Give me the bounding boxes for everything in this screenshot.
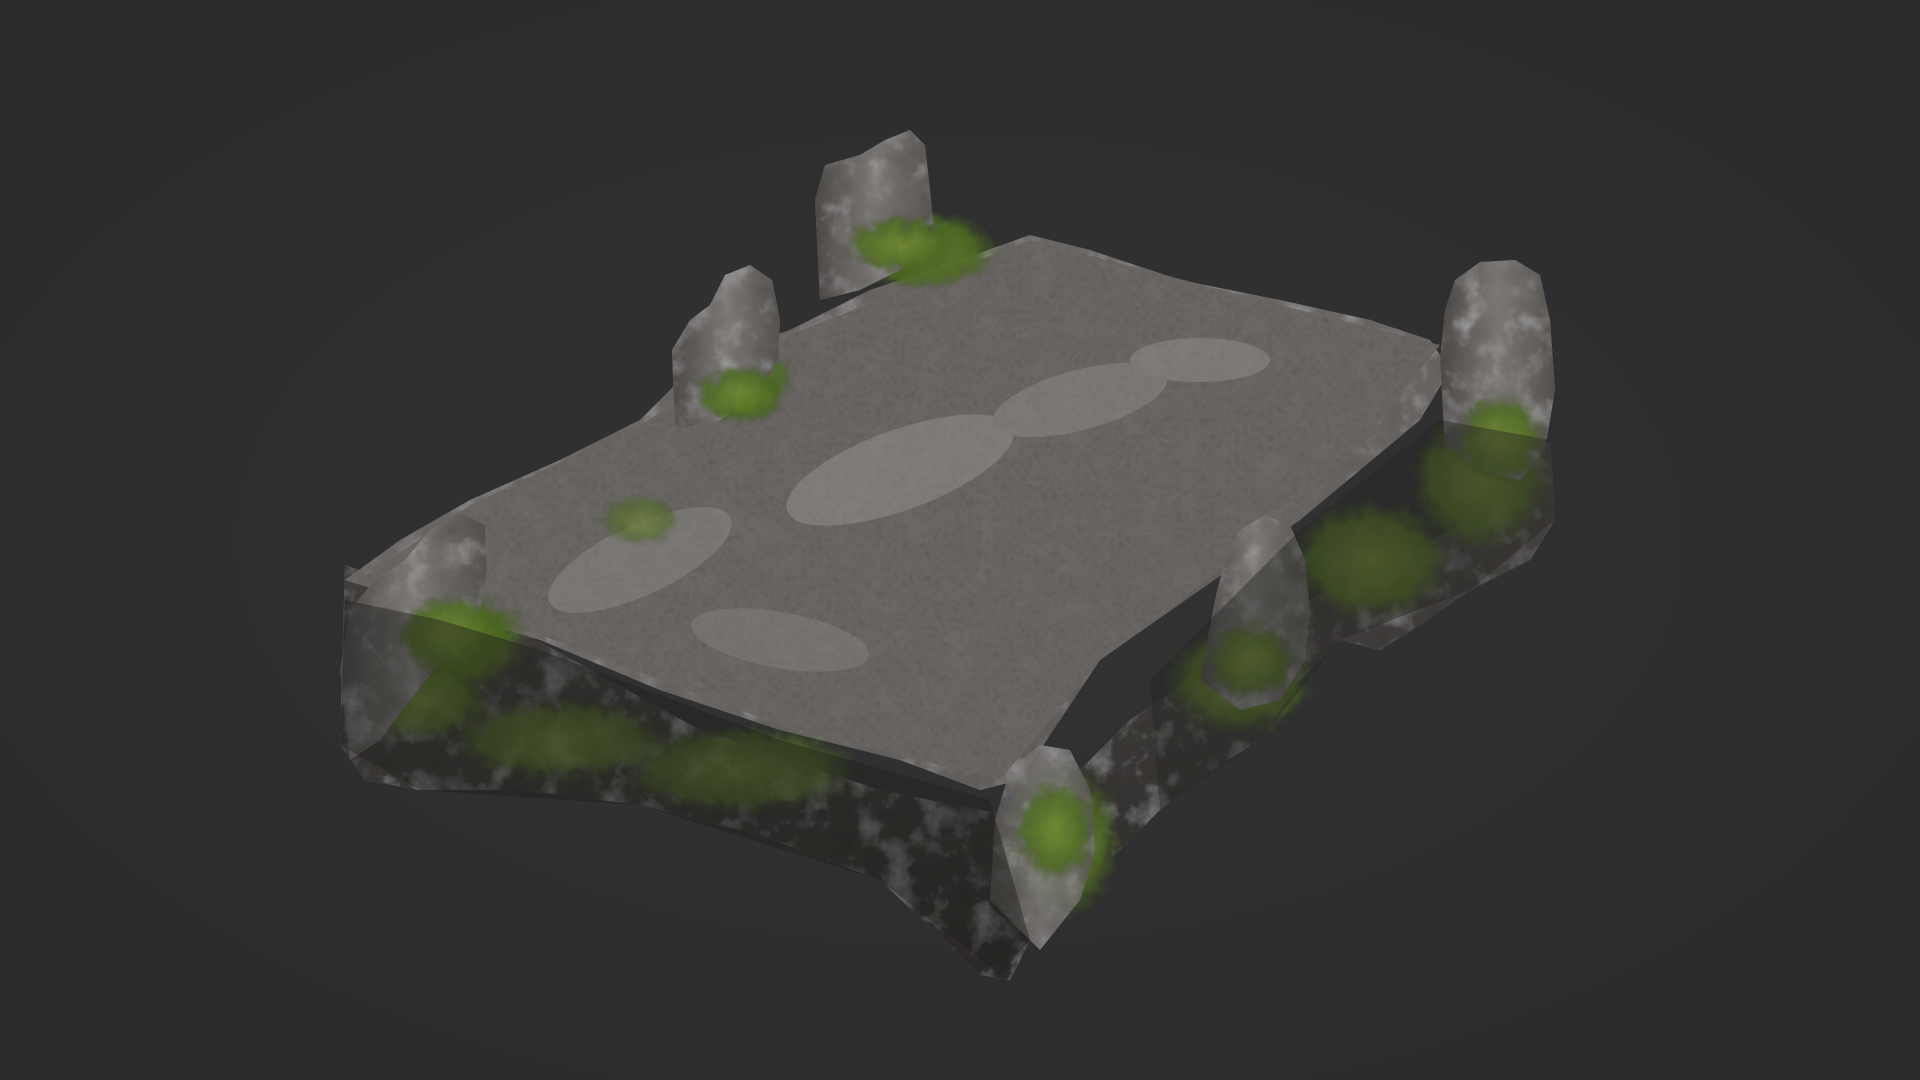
rock-platform-render [340,130,1555,980]
3d-viewport[interactable] [0,0,1920,1080]
